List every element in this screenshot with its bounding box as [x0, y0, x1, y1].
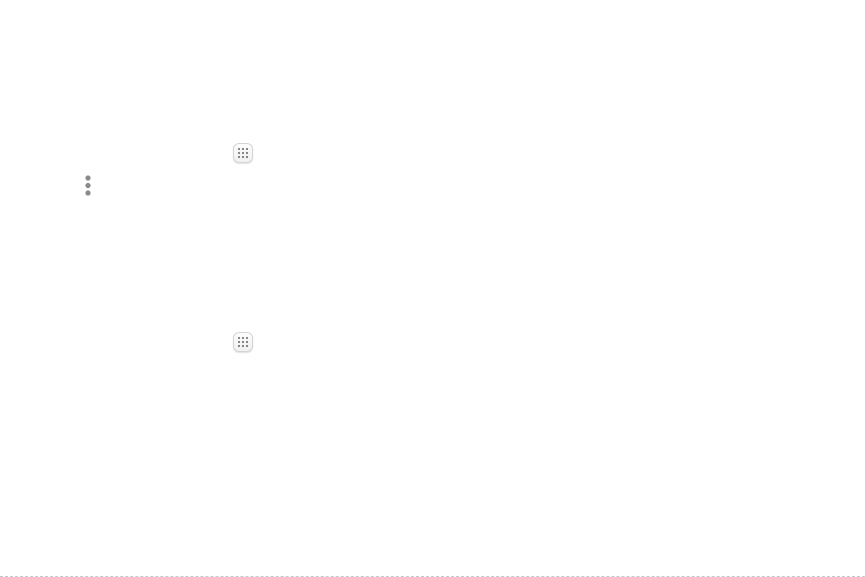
- more-options-vertical-icon: [85, 175, 91, 196]
- apps-grid-icon: [237, 336, 249, 348]
- apps-button[interactable]: [233, 143, 253, 163]
- more-options-button[interactable]: [84, 175, 92, 197]
- apps-grid-icon: [237, 147, 249, 159]
- apps-button[interactable]: [233, 332, 253, 352]
